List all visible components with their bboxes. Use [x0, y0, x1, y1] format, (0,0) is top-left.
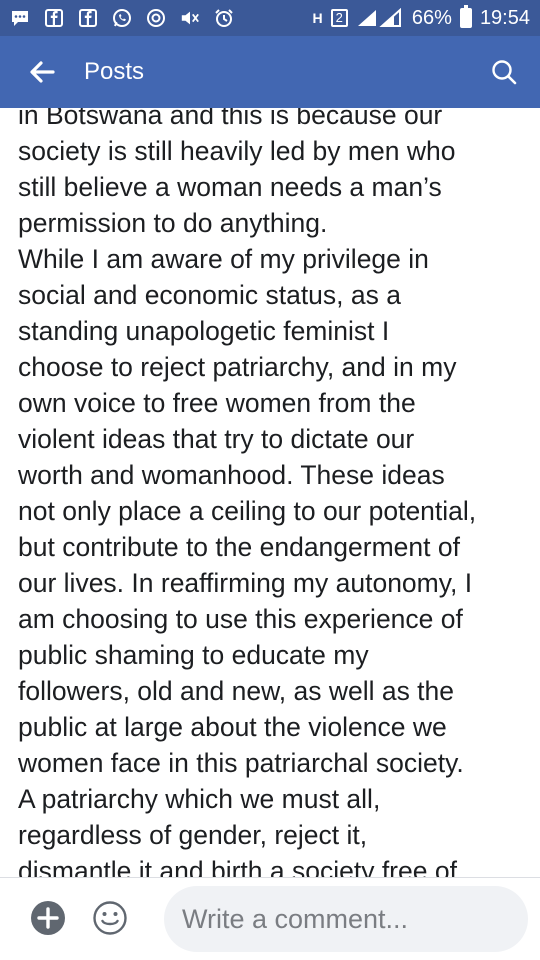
post-content[interactable]: in Botswana and this is because our soci… — [0, 108, 540, 877]
status-bar: H 2 66% 19:54 — [0, 0, 540, 36]
post-line: women face in this patriarchal society. — [18, 748, 464, 778]
post-line: standing unapologetic feminist I — [18, 316, 390, 346]
comment-bar — [0, 878, 540, 960]
post-text: in Botswana and this is because our soci… — [18, 108, 528, 877]
emoji-button[interactable] — [92, 900, 128, 936]
whatsapp-icon — [112, 8, 132, 28]
post-line: choose to reject patriarchy, and in my — [18, 352, 457, 382]
post-line: dismantle it and birth a society free of — [18, 856, 457, 877]
sync-icon — [146, 8, 166, 28]
post-line: in Botswana and this is because our — [18, 108, 443, 130]
back-button[interactable] — [0, 36, 84, 108]
comment-input[interactable] — [164, 886, 528, 952]
search-icon — [492, 60, 517, 85]
facebook-icon — [44, 8, 64, 28]
post-line: public at large about the violence we — [18, 712, 447, 742]
post-line: While I am aware of my privilege in — [18, 244, 429, 274]
post-line: violent ideas that try to dictate our — [18, 424, 415, 454]
post-line: public shaming to educate my — [18, 640, 369, 670]
post-line: social and economic status, as a — [18, 280, 401, 310]
post-line: own voice to free women from the — [18, 388, 416, 418]
system-status: H 2 66% 19:54 — [312, 5, 530, 30]
signal-icon — [356, 8, 404, 28]
sim-badge: 2 — [330, 9, 348, 27]
battery-icon — [459, 5, 472, 28]
post-line: A patriarchy which we must all, — [18, 784, 381, 814]
notification-icons — [10, 8, 234, 28]
post-line: permission to do anything. — [18, 208, 328, 238]
post-line: our lives. In reaffirming my autonomy, I — [18, 568, 473, 598]
arrow-left-icon — [30, 61, 55, 83]
network-type-label: H — [312, 10, 323, 26]
plus-circle-icon — [31, 901, 65, 935]
search-button[interactable] — [468, 36, 540, 108]
post-line: society is still heavily led by men who — [18, 136, 456, 166]
battery-percent: 66% — [411, 6, 452, 29]
page-title: Posts — [84, 58, 145, 85]
post-line: still believe a woman needs a man’s — [18, 172, 442, 202]
facebook-icon — [78, 8, 98, 28]
post-line: followers, old and new, as well as the — [18, 676, 455, 706]
post-line: not only place a ceiling to our potentia… — [18, 496, 477, 526]
post-line: am choosing to use this experience of — [18, 604, 463, 634]
smiley-icon — [93, 901, 127, 935]
post-line: regardless of gender, reject it, — [18, 820, 368, 850]
post-line: worth and womanhood. These ideas — [18, 460, 445, 490]
add-attachment-button[interactable] — [30, 900, 66, 936]
post-line: but contribute to the endangerment of — [18, 532, 460, 562]
alarm-icon — [214, 8, 234, 28]
app-bar: Posts — [0, 36, 540, 108]
clock: 19:54 — [479, 6, 530, 29]
messenger-icon — [10, 8, 30, 28]
mute-icon — [180, 8, 200, 28]
